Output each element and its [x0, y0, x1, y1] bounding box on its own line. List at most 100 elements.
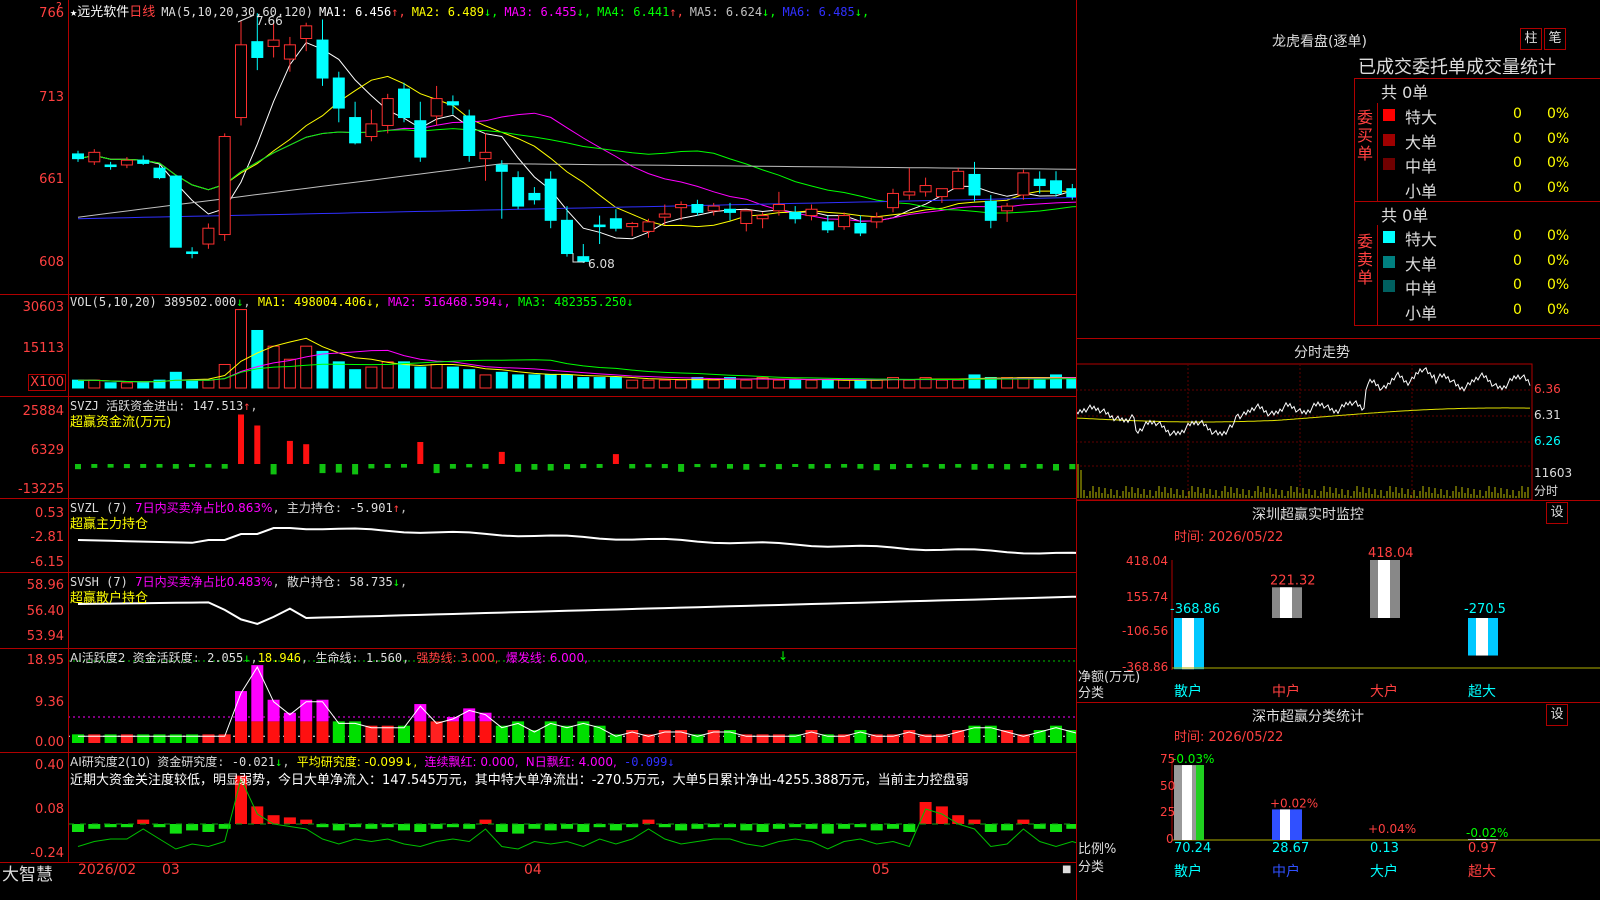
- svzj-bar: [759, 464, 766, 468]
- vol-bar: [968, 374, 981, 389]
- row-label: 小单: [1405, 303, 1438, 323]
- ai2-panel[interactable]: AI研究度2(10) 资金研究度: -0.021↓, 平均研究度: -0.099…: [68, 752, 1076, 862]
- vol-ma3: MA3: 482355.250↓: [518, 295, 634, 309]
- scfl-panel: 深市超赢分类统计 设 时间: 2026/05/22 -0.03% 70.24 散户 +…: [1076, 702, 1600, 900]
- svzj-bar: [710, 464, 717, 468]
- scfl-cat-label: 大户: [1370, 863, 1398, 880]
- ai1-bar: [414, 721, 427, 743]
- lock-icon[interactable]: ■: [1062, 864, 1071, 875]
- ma-item-6: MA6: 6.485↓,: [782, 5, 870, 19]
- menu-marker-icon[interactable]: ?: [56, 0, 62, 13]
- ai2-axis: 0.40 0.08 -0.24: [0, 752, 68, 862]
- candle-body: [838, 215, 851, 228]
- vol-bar: [365, 366, 378, 389]
- vol-bar: [838, 379, 851, 389]
- svzj-bar: [270, 464, 277, 475]
- vol-bar: [512, 374, 525, 389]
- candle-body: [561, 219, 573, 255]
- ai1-bar: [300, 699, 313, 722]
- ai1-bar: [332, 721, 345, 743]
- svzj-bar: [123, 464, 130, 469]
- kline-chart[interactable]: [68, 0, 1076, 294]
- svzj-bar: [824, 464, 831, 469]
- fenshi-panel[interactable]: 分时走势 6.36 6.31 6.26 11603 分时: [1076, 338, 1600, 500]
- period-label[interactable]: 日线: [129, 5, 155, 20]
- candle-body: [854, 222, 867, 234]
- szcy-bar-value: 221.32: [1270, 573, 1316, 588]
- ai1-strong: 强势线: 3.000,: [416, 651, 499, 665]
- vol-ma2-value: 516468.594: [424, 295, 497, 309]
- svsh-panel[interactable]: SVSH (7) 7日内买卖净占比0.483%, 散户持仓: 58.735↓, …: [68, 572, 1076, 648]
- ai2-bar: [332, 824, 345, 831]
- svsh-tick: 56.40: [26, 604, 64, 619]
- svzj-bar: [466, 464, 473, 468]
- svzj-value: 147.513: [192, 399, 244, 413]
- vol-bar: [642, 379, 655, 389]
- svzj-bar: [107, 464, 114, 468]
- svzj-bar: [91, 464, 98, 468]
- ai2-bar: [772, 824, 785, 829]
- ai1-name: 资金活跃度: [132, 651, 193, 665]
- ai1-strong-label: 强势线: [416, 651, 453, 665]
- vol-unit[interactable]: X100: [28, 374, 66, 391]
- szcy-cat-label: 超大: [1468, 684, 1496, 700]
- kline-panel[interactable]: ★远光软件日线 MA(5,10,20,30,60,120) MA1: 6.456↑,…: [68, 0, 1076, 294]
- ai1-tick: 18.95: [26, 653, 64, 668]
- fenshi-chart[interactable]: [1076, 338, 1600, 500]
- row-label: 特大: [1405, 230, 1438, 249]
- ai2-bar: [642, 819, 655, 824]
- svzj-panel[interactable]: SVZJ 活跃资金进出: 147.513↑, 超赢资金流(万元): [68, 396, 1076, 498]
- ai1-bar: [267, 721, 280, 743]
- row-count: 0: [1513, 130, 1522, 147]
- scfl-cat-label: 中户: [1272, 863, 1300, 880]
- ai2-bar: [186, 824, 199, 831]
- candle-body: [870, 216, 883, 223]
- svzl-arrow: ↑: [392, 501, 400, 515]
- vol-bar: [235, 309, 247, 389]
- ai1-life: 生命线: [315, 651, 352, 665]
- vol-label: VOL(5,10,20): [70, 295, 157, 309]
- vol-bar: [903, 379, 916, 389]
- ai2-bar: [544, 824, 557, 831]
- row-percent: 0%: [1547, 301, 1570, 318]
- ai2-bar: [984, 824, 997, 832]
- vol-panel[interactable]: VOL(5,10,20) 389502.000↓, MA1: 498004.40…: [68, 294, 1076, 396]
- vol-bar: [104, 382, 117, 389]
- date-label: 05: [872, 862, 890, 878]
- vol-bar: [398, 361, 410, 389]
- svzl-panel[interactable]: SVZL (7) 7日内买卖净占比0.863%, 主力持仓: -5.901↑, …: [68, 498, 1076, 572]
- ma-arrow: ↓,: [576, 5, 592, 19]
- svzj-bar: [661, 464, 668, 469]
- sell-row: 小单 0 0%: [1379, 299, 1600, 323]
- date-label: 03: [162, 862, 180, 878]
- candle-body: [218, 136, 231, 236]
- svzl-axis: 0.53 -2.81 -6.15: [0, 498, 68, 572]
- ma-label: MA(5,10,20,30,60,120): [161, 5, 313, 19]
- candle-body: [1066, 188, 1076, 198]
- svzj-bar: [238, 414, 244, 464]
- ai2-bar: [756, 824, 769, 832]
- szcy-panel: 深圳超赢实时监控 设 时间: 2026/05/22 -368.86 散户 221.3…: [1076, 500, 1600, 702]
- svzj-bar: [547, 464, 554, 471]
- vol-bar: [609, 377, 622, 389]
- ai1-tick: 0.00: [35, 735, 64, 750]
- ai2-header: AI研究度2(10) 资金研究度: -0.021↓, 平均研究度: -0.099…: [70, 755, 675, 769]
- vol-bar: [88, 379, 101, 389]
- ai2-nred-value: 4.000: [578, 755, 613, 769]
- vol-chart[interactable]: [68, 294, 1076, 396]
- ai1-burst-label: 爆发线: [505, 651, 542, 665]
- ai1-label: AI活跃度2: [70, 651, 126, 665]
- ai1-panel[interactable]: ↓ AI活跃度2 资金活跃度: 2.055↓,18.946, 生命线: 1.56…: [68, 648, 1076, 752]
- candle-body: [169, 175, 182, 248]
- bar-mode-button[interactable]: 柱: [1520, 28, 1542, 50]
- svzj-bar: [629, 464, 636, 469]
- vol-bar: [658, 379, 671, 389]
- brand-label: 大智慧: [2, 865, 53, 885]
- ai1-bar: [186, 734, 199, 743]
- vol-ma1-value: 498004.406: [294, 295, 367, 309]
- svzj-bar: [1069, 464, 1076, 470]
- tick-mode-button[interactable]: 笔: [1544, 28, 1566, 50]
- candle-body: [984, 200, 997, 221]
- lhkp-subtitle: 已成交委托单成交量统计: [1358, 57, 1556, 78]
- ai2-bar: [88, 824, 101, 829]
